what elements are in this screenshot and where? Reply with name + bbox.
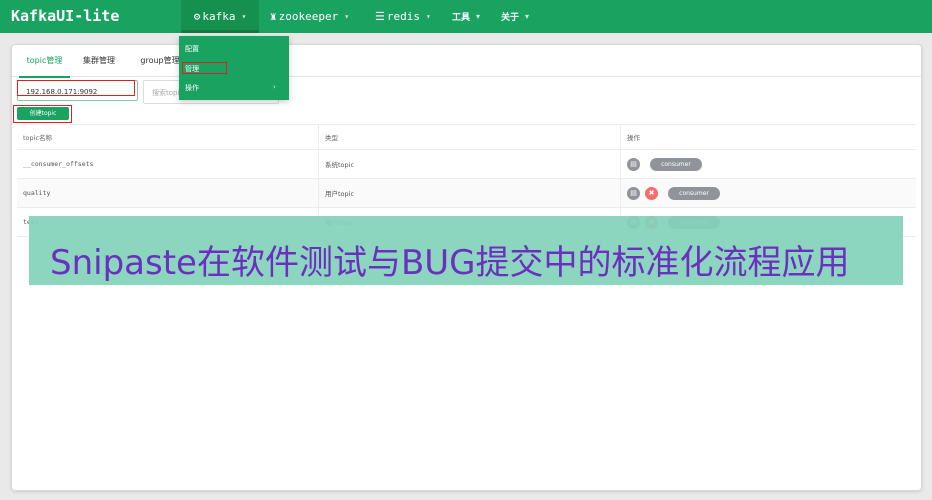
tab-bar: topic管理 集群管理 group管理	[12, 45, 921, 78]
nav-kafka[interactable]: ⚙ kafka ▾	[181, 0, 259, 33]
topic-name: __consumer_offsets	[17, 149, 319, 179]
nav-zookeeper[interactable]: ♜ zookeeper ▾	[270, 0, 349, 33]
topic-name: quality	[17, 178, 319, 208]
topic-actions: ▤ consumer	[620, 149, 916, 179]
nav-tools[interactable]: 工具 ▾	[452, 0, 480, 33]
chevron-down-icon: ▾	[525, 12, 530, 21]
chevron-down-icon: ▾	[476, 12, 481, 21]
topic-actions: ▤ ✖ consumer	[620, 178, 916, 208]
table-row: __consumer_offsets 系统topic ▤ consumer	[17, 149, 916, 179]
topic-type: 系统topic	[318, 149, 621, 179]
tab-cluster-manage[interactable]: 集群管理	[78, 45, 120, 76]
redis-icon: ☰	[375, 10, 385, 23]
column-header-name: topic名称	[17, 124, 319, 150]
nav-about[interactable]: 关于 ▾	[501, 0, 529, 33]
delete-icon[interactable]: ✖	[645, 186, 659, 200]
nav-kafka-label: kafka	[202, 10, 236, 23]
chevron-down-icon: ▾	[426, 12, 431, 21]
info-icon[interactable]: ▤	[627, 157, 640, 171]
nav-zookeeper-label: zookeeper	[278, 10, 339, 23]
nav-active-indicator	[181, 30, 259, 33]
banner-text: Snipaste在软件测试与BUG提交中的标准化流程应用	[50, 243, 850, 283]
consumer-button[interactable]: consumer	[650, 157, 702, 171]
nav-about-label: 关于	[501, 13, 520, 23]
column-header-actions: 操作	[620, 124, 916, 150]
tab-topic-manage[interactable]: topic管理	[19, 45, 70, 78]
kafka-icon: ⚙	[193, 10, 201, 23]
highlight-box-manage	[182, 62, 227, 74]
chevron-down-icon: ▾	[344, 12, 350, 21]
table-row: quality 用户topic ▤ ✖ consumer	[17, 178, 916, 208]
nav-redis[interactable]: ☰ redis ▾	[375, 0, 431, 33]
app-logo[interactable]: KafkaUI-lite	[11, 7, 119, 25]
table-header-row: topic名称 类型 操作	[17, 124, 916, 150]
column-header-type: 类型	[318, 124, 621, 150]
topic-type: 用户topic	[318, 178, 621, 208]
top-navbar: KafkaUI-lite ⚙ kafka ▾ ♜ zookeeper ▾ ☰ r…	[0, 0, 932, 33]
title-banner: Snipaste在软件测试与BUG提交中的标准化流程应用	[29, 216, 903, 285]
chevron-right-icon: ›	[273, 83, 276, 91]
highlight-box-cluster	[17, 80, 135, 96]
highlight-box-create	[13, 105, 72, 123]
chevron-down-icon: ▾	[241, 12, 247, 21]
menu-item-config[interactable]: 配置	[185, 44, 199, 54]
nav-redis-label: redis	[386, 10, 420, 23]
zookeeper-icon: ♜	[270, 10, 277, 23]
menu-item-operations[interactable]: 操作	[185, 83, 199, 93]
info-icon[interactable]: ▤	[627, 186, 640, 200]
consumer-button[interactable]: consumer	[668, 186, 720, 200]
nav-tools-label: 工具	[452, 13, 471, 23]
